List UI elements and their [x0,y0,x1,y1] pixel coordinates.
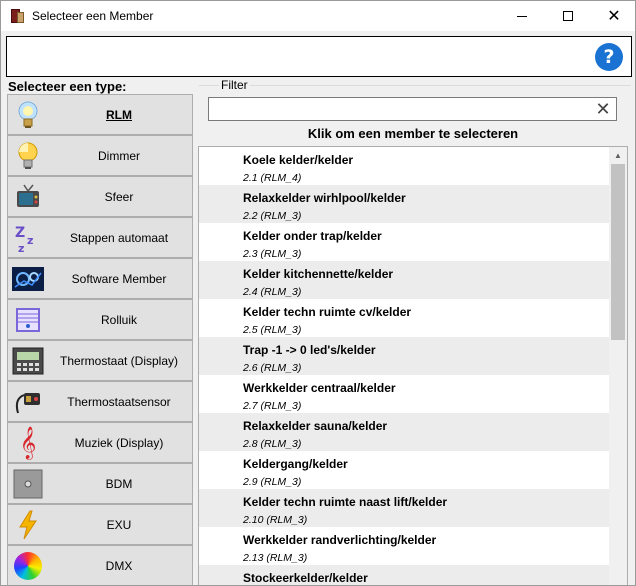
type-button-rolluik[interactable]: Rolluik [7,299,193,340]
member-name: Kelder kitchennette/kelder [243,267,394,281]
member-name: Koele kelder/kelder [243,153,354,167]
type-button-thermostaat-display[interactable]: Thermostaat (Display) [7,340,193,381]
dimmer-bulb-icon [12,140,44,172]
member-address: 2.6 (RLM_3) [243,362,302,374]
member-row[interactable]: Kelder onder trap/kelder 2.3 (RLM_3) [199,223,609,261]
clear-filter-icon[interactable]: ✕ [593,99,613,120]
member-name: Trap -1 -> 0 led's/kelder [243,343,376,357]
type-label: Software Member [71,271,167,286]
member-list: Koele kelder/kelder 2.1 (RLM_4) Relaxkelde… [198,146,628,585]
title-bar: Selecteer een Member ✕ [1,1,635,31]
software-chip-icon [12,263,44,295]
member-address: 2.2 (RLM_3) [243,210,302,222]
tv-icon [12,181,44,213]
filter-input[interactable] [208,97,617,121]
member-address: 2.1 (RLM_4) [243,172,302,184]
member-row[interactable]: Werkkelder randverlichting/kelder 2.13 (R… [199,527,609,565]
type-label: Thermostaat (Display) [59,353,179,368]
type-button-dmx[interactable]: DMX [7,545,193,585]
member-name: Kelder onder trap/kelder [243,229,382,243]
member-select-window: Selecteer een Member ✕ ? Selecteer een t… [0,0,636,586]
lightning-icon [12,509,44,541]
member-name: Kelder techn ruimte cv/kelder [243,305,412,319]
member-row[interactable]: Koele kelder/kelder 2.1 (RLM_4) [199,147,609,185]
member-row[interactable]: Werkkelder centraal/kelder 2.7 (RLM_3) [199,375,609,413]
filter-label: Filter [219,78,250,92]
close-icon: ✕ [607,6,621,25]
type-list: RLM Dimmer Sfeer Zzz Stappen automaat So… [7,94,193,585]
type-button-exu[interactable]: EXU [7,504,193,545]
member-name: Werkkelder randverlichting/kelder [243,533,437,547]
member-row[interactable]: Relaxkelder wirhlpool/kelder 2.2 (RLM_3) [199,185,609,223]
scroll-thumb[interactable] [611,164,625,340]
bulb-icon [12,99,44,131]
type-label: DMX [105,558,133,573]
info-box: ? [6,36,632,77]
member-name: Kelder techn ruimte naast lift/kelder [243,495,448,509]
member-address: 2.9 (RLM_3) [243,476,302,488]
type-button-rlm[interactable]: RLM [7,94,193,135]
type-label: Rolluik [100,312,137,327]
type-label: Thermostaatsensor [67,394,171,409]
type-button-stappen-automaat[interactable]: Zzz Stappen automaat [7,217,193,258]
member-name: Stockeerkelder/kelder [243,571,368,585]
member-row[interactable]: Relaxkelder sauna/kelder 2.8 (RLM_3) [199,413,609,451]
member-row[interactable]: Kelder techn ruimte cv/kelder 2.5 (RLM_3) [199,299,609,337]
member-row[interactable]: Keldergang/kelder 2.9 (RLM_3) [199,451,609,489]
svg-text:z: z [27,234,33,247]
member-row[interactable]: Kelder techn ruimte naast lift/kelder 2.1… [199,489,609,527]
member-row[interactable]: Trap -1 -> 0 led's/kelder 2.6 (RLM_3) [199,337,609,375]
svg-text:Z: Z [15,225,25,241]
type-label: Stappen automaat [69,230,169,245]
type-button-muziek-display[interactable]: 𝄞 Muziek (Display) [7,422,193,463]
help-icon[interactable]: ? [595,43,623,71]
type-label: RLM [106,107,132,122]
type-header: Selecteer een type: [8,79,127,94]
color-wheel-icon [12,550,44,582]
scroll-up-icon[interactable]: ▲ [609,147,627,164]
member-name: Werkkelder centraal/kelder [243,381,396,395]
minimize-button[interactable] [499,1,545,31]
member-address: 2.4 (RLM_3) [243,286,302,298]
member-address: 2.13 (RLM_3) [243,552,308,564]
thermostat-display-icon [12,345,44,377]
vertical-scrollbar[interactable]: ▲ [609,147,627,585]
svg-text:z: z [18,242,24,253]
type-label: Sfeer [104,189,134,204]
list-heading: Klik om een member te selecteren [307,126,519,141]
window-title: Selecteer een Member [32,9,154,23]
member-row[interactable]: Kelder kitchennette/kelder 2.4 (RLM_3) [199,261,609,299]
maximize-icon [563,11,573,21]
type-button-sfeer[interactable]: Sfeer [7,176,193,217]
member-address: 2.10 (RLM_3) [243,514,308,526]
type-button-bdm[interactable]: BDM [7,463,193,504]
minimize-icon [517,15,527,17]
member-address: 2.7 (RLM_3) [243,400,302,412]
type-button-dimmer[interactable]: Dimmer [7,135,193,176]
type-button-software-member[interactable]: Software Member [7,258,193,299]
sensor-icon [12,386,44,418]
type-button-thermostaatsensor[interactable]: Thermostaatsensor [7,381,193,422]
member-name: Relaxkelder sauna/kelder [243,419,388,433]
member-row[interactable]: Stockeerkelder/kelder [199,565,609,585]
member-address: 2.8 (RLM_3) [243,438,302,450]
blind-icon [12,304,44,336]
close-button[interactable]: ✕ [591,1,635,31]
member-address: 2.3 (RLM_3) [243,248,302,260]
type-label: EXU [106,517,132,532]
zz-icon: Zzz [12,222,44,254]
type-label: Muziek (Display) [74,435,164,450]
type-label: BDM [105,476,133,491]
type-label: Dimmer [98,148,140,163]
member-address: 2.5 (RLM_3) [243,324,302,336]
maximize-button[interactable] [545,1,591,31]
bdm-icon [12,468,44,500]
music-clef-icon: 𝄞 [19,426,37,459]
app-icon [9,8,25,24]
member-name: Relaxkelder wirhlpool/kelder [243,191,406,205]
member-name: Keldergang/kelder [243,457,348,471]
